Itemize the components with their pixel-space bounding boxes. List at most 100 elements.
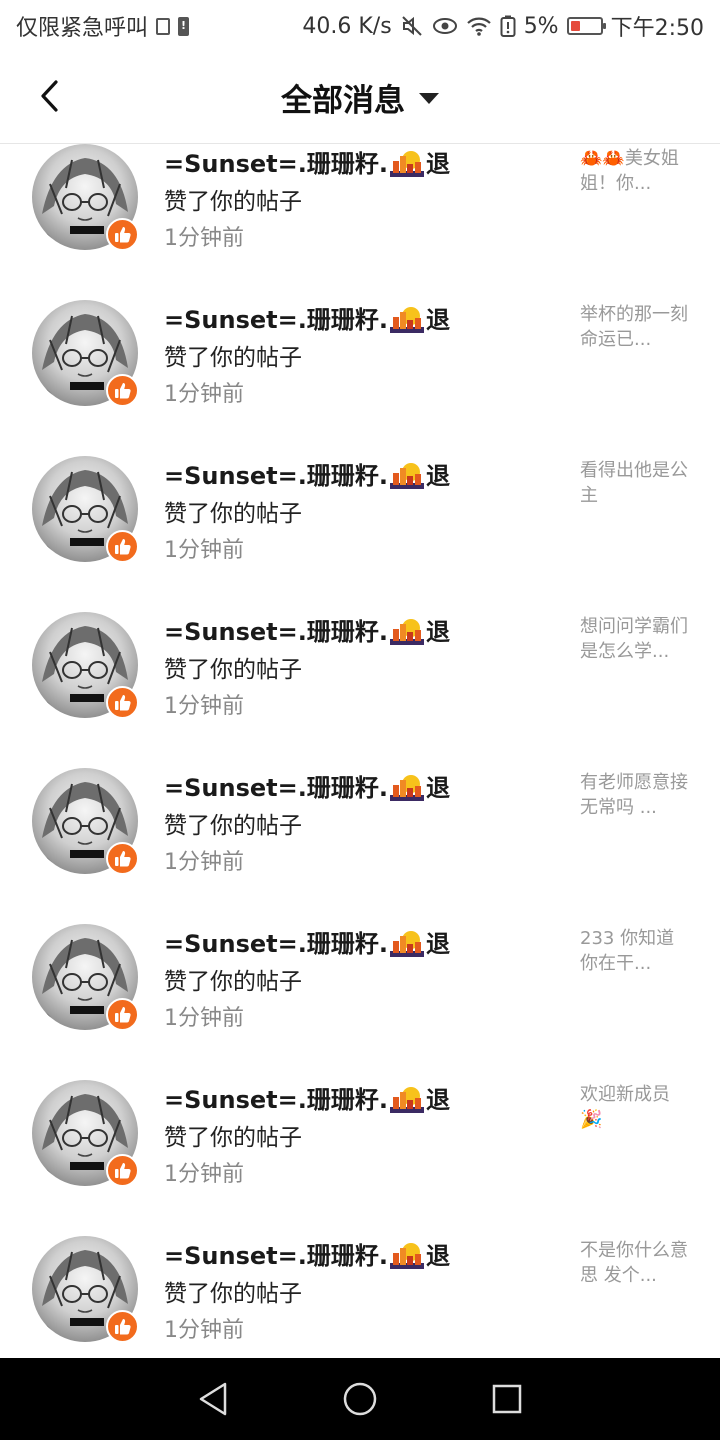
sender-line: =Sunset=.珊珊籽. 退 — [164, 1080, 450, 1115]
sender-name[interactable]: =Sunset=.珊珊籽. — [164, 300, 388, 335]
sender-line: =Sunset=.珊珊籽. 退 — [164, 924, 450, 959]
notification-time: 1分钟前 — [164, 226, 244, 251]
chevron-left-icon — [41, 80, 58, 112]
sim-card-icon — [156, 17, 171, 35]
battery-percent: 5% — [523, 13, 559, 39]
thumbs-up-icon — [114, 694, 131, 710]
thumbs-up-icon — [114, 226, 131, 242]
sender-name-tail: 退 — [425, 930, 450, 958]
post-preview[interactable]: 欢迎新成员🎉 — [580, 1082, 690, 1132]
eye-icon — [432, 18, 457, 34]
notification-item[interactable]: =Sunset=.珊珊籽. 退 赞了你的帖子 1分钟前 想问问学霸们是怎么学..… — [0, 600, 720, 756]
status-right: 40.6 K/s 5% 下午2:50 — [302, 10, 704, 42]
sender-name-tail: 退 — [425, 1242, 450, 1270]
post-preview[interactable]: 看得出他是公主 — [580, 458, 690, 508]
notification-item[interactable]: =Sunset=.珊珊籽. 退 赞了你的帖子 1分钟前 有老师愿意接无常吗 ..… — [0, 756, 720, 912]
notification-action: 赞了你的帖子 — [164, 813, 302, 839]
sender-name[interactable]: =Sunset=.珊珊籽. — [164, 1236, 388, 1271]
notification-action: 赞了你的帖子 — [164, 501, 302, 527]
thumbs-up-icon — [114, 850, 131, 866]
sender-name[interactable]: =Sunset=.珊珊籽. — [164, 1080, 388, 1115]
notification-item[interactable]: =Sunset=.珊珊籽. 退 赞了你的帖子 1分钟前 不是你什么意思 发个..… — [0, 1224, 720, 1358]
message-filter-dropdown[interactable]: 全部消息 — [281, 75, 439, 120]
clock: 下午2:50 — [610, 16, 704, 41]
like-badge — [106, 1154, 139, 1187]
sender-name-tail: 退 — [425, 1086, 450, 1114]
notification-action: 赞了你的帖子 — [164, 1281, 302, 1307]
sender-line: =Sunset=.珊珊籽. 退 — [164, 1236, 450, 1271]
sender-line: =Sunset=.珊珊籽. 退 — [164, 300, 450, 335]
notification-time: 1分钟前 — [164, 850, 244, 875]
battery-alert-icon — [178, 16, 190, 36]
notification-item[interactable]: =Sunset=.珊珊籽. 退 赞了你的帖子 1分钟前 举杯的那一刻 命运已..… — [0, 288, 720, 444]
notification-time: 1分钟前 — [164, 382, 244, 407]
notification-action: 赞了你的帖子 — [164, 189, 302, 215]
battery-saver-icon — [500, 15, 516, 37]
notification-time: 1分钟前 — [164, 538, 244, 563]
like-badge — [106, 842, 139, 875]
sunset-city-icon — [389, 306, 424, 333]
like-badge — [106, 686, 139, 719]
nav-recents-button[interactable] — [485, 1377, 529, 1421]
sender-name[interactable]: =Sunset=.珊珊籽. — [164, 144, 388, 179]
battery-icon — [566, 17, 606, 35]
sunset-city-icon — [389, 150, 424, 177]
sender-name-tail: 退 — [425, 462, 450, 490]
notification-item[interactable]: =Sunset=.珊珊籽. 退 赞了你的帖子 1分钟前 233 你知道你在干..… — [0, 912, 720, 1068]
sunset-city-icon — [389, 1242, 424, 1269]
sender-line: =Sunset=.珊珊籽. 退 — [164, 768, 450, 803]
notification-time: 1分钟前 — [164, 1318, 244, 1343]
sender-name[interactable]: =Sunset=.珊珊籽. — [164, 768, 388, 803]
like-badge — [106, 1310, 139, 1343]
status-left: 仅限紧急呼叫 — [16, 10, 190, 42]
post-preview[interactable]: 233 你知道你在干... — [580, 926, 690, 976]
caret-down-icon — [419, 93, 439, 104]
post-preview[interactable]: 有老师愿意接无常吗 ... — [580, 770, 690, 820]
thumbs-up-icon — [114, 1162, 131, 1178]
post-preview[interactable]: 🦀🦀美女姐姐！你... — [580, 146, 690, 196]
sunset-city-icon — [389, 618, 424, 645]
notification-action: 赞了你的帖子 — [164, 1125, 302, 1151]
nav-home-button[interactable] — [338, 1377, 382, 1421]
carrier-text: 仅限紧急呼叫 — [16, 16, 149, 41]
triangle-back-icon — [200, 1382, 227, 1416]
notification-item[interactable]: =Sunset=.珊珊籽. 退 赞了你的帖子 1分钟前 欢迎新成员🎉 — [0, 1068, 720, 1224]
notification-item[interactable]: =Sunset=.珊珊籽. 退 赞了你的帖子 1分钟前 🦀🦀美女姐姐！你... — [0, 144, 720, 288]
sender-name[interactable]: =Sunset=.珊珊籽. — [164, 612, 388, 647]
header: 全部消息 — [0, 52, 720, 144]
sunset-city-icon — [389, 1086, 424, 1113]
square-recents-icon — [492, 1384, 521, 1414]
sender-line: =Sunset=.珊珊籽. 退 — [164, 144, 450, 179]
like-badge — [106, 374, 139, 407]
sender-name-tail: 退 — [425, 618, 450, 646]
post-preview[interactable]: 想问问学霸们是怎么学... — [580, 614, 690, 664]
like-badge — [106, 998, 139, 1031]
mute-icon — [401, 16, 422, 36]
sunset-city-icon — [389, 462, 424, 489]
notification-item[interactable]: =Sunset=.珊珊籽. 退 赞了你的帖子 1分钟前 看得出他是公主 — [0, 444, 720, 600]
post-preview[interactable]: 举杯的那一刻 命运已... — [580, 302, 690, 352]
notification-action: 赞了你的帖子 — [164, 657, 302, 683]
sender-line: =Sunset=.珊珊籽. 退 — [164, 612, 450, 647]
notification-time: 1分钟前 — [164, 1006, 244, 1031]
like-badge — [106, 530, 139, 563]
wifi-icon — [466, 17, 491, 36]
thumbs-up-icon — [114, 538, 131, 554]
sender-name[interactable]: =Sunset=.珊珊籽. — [164, 456, 388, 491]
post-preview[interactable]: 不是你什么意思 发个... — [580, 1238, 690, 1288]
notification-time: 1分钟前 — [164, 694, 244, 719]
thumbs-up-icon — [114, 1006, 131, 1022]
sunset-city-icon — [389, 774, 424, 801]
notification-list[interactable]: =Sunset=.珊珊籽. 退 赞了你的帖子 1分钟前 🦀🦀美女姐姐！你... — [0, 144, 720, 1358]
notification-list-inner: =Sunset=.珊珊籽. 退 赞了你的帖子 1分钟前 🦀🦀美女姐姐！你... — [0, 144, 720, 1358]
system-nav-bar — [0, 1358, 720, 1440]
sender-name-tail: 退 — [425, 150, 450, 178]
sender-line: =Sunset=.珊珊籽. 退 — [164, 456, 450, 491]
page-title: 全部消息 — [281, 83, 405, 119]
nav-back-button[interactable] — [191, 1377, 235, 1421]
notification-time: 1分钟前 — [164, 1162, 244, 1187]
back-button[interactable] — [28, 74, 72, 118]
sender-name[interactable]: =Sunset=.珊珊籽. — [164, 924, 388, 959]
like-badge — [106, 218, 139, 251]
sender-name-tail: 退 — [425, 774, 450, 802]
